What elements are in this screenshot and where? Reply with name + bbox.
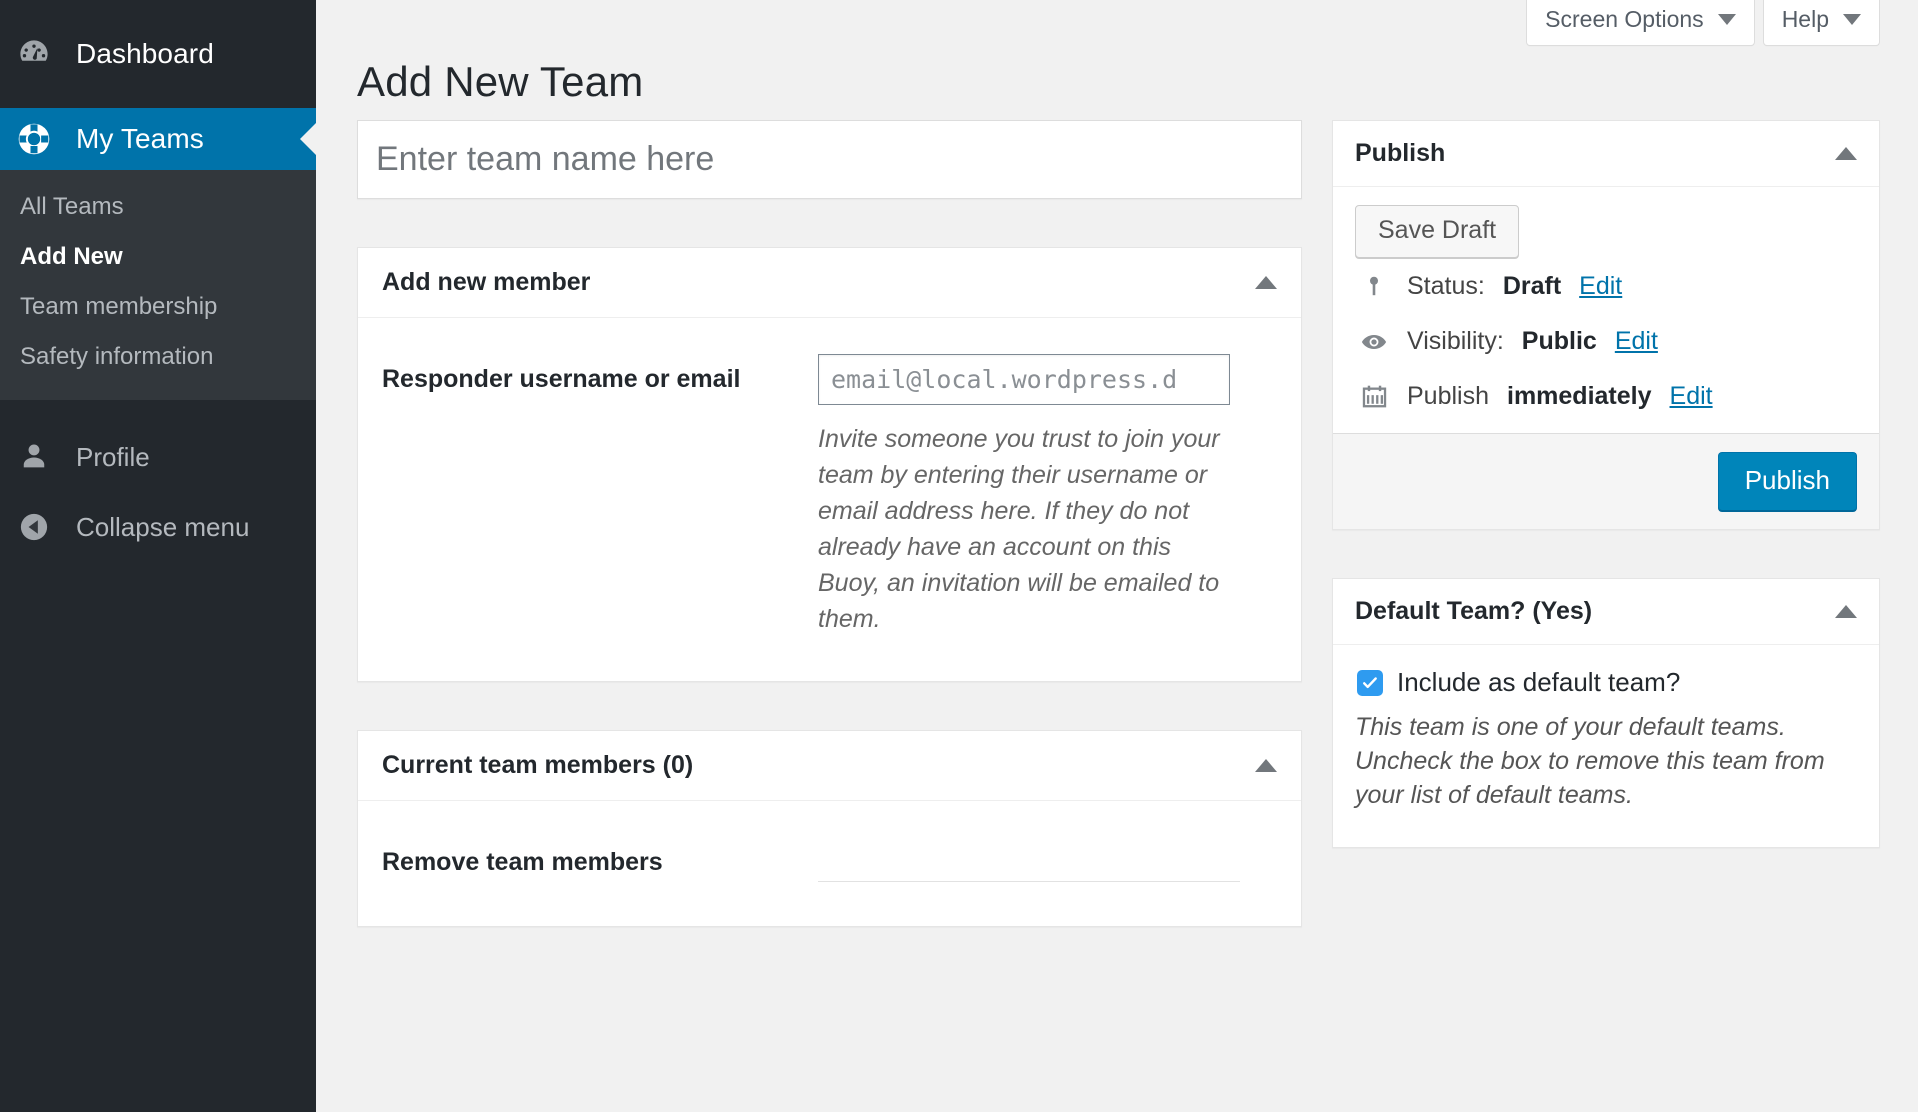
publish-date-label: Publish	[1407, 382, 1489, 410]
default-team-panel-header[interactable]: Default Team? (Yes)	[1333, 579, 1879, 645]
responder-username-or-email-input[interactable]	[818, 354, 1230, 405]
visibility-label: Visibility:	[1407, 327, 1504, 355]
visibility-edit-link[interactable]: Edit	[1615, 327, 1658, 356]
pin-icon	[1359, 274, 1389, 300]
life-buoy-icon	[14, 121, 54, 157]
admin-screen: Dashboard My Teams All Teams Add New Tea…	[0, 0, 1918, 1112]
current-team-members-panel-body: Remove team members	[358, 801, 1301, 926]
remove-team-members-cell	[818, 801, 1301, 926]
chevron-down-icon	[1717, 14, 1736, 25]
screen-options-button[interactable]: Screen Options	[1526, 0, 1755, 46]
default-team-panel: Default Team? (Yes) Include as default t…	[1332, 578, 1880, 848]
default-team-panel-body: Include as default team? This team is on…	[1333, 645, 1879, 847]
sidebar-item-safety-information[interactable]: Safety information	[0, 332, 316, 382]
sidebar-label-profile: Profile	[76, 441, 150, 472]
panel-toggle-up-icon[interactable]	[1835, 605, 1857, 618]
sidebar-label-my-teams: My Teams	[76, 123, 204, 154]
publish-button[interactable]: Publish	[1717, 452, 1857, 511]
main-content: Screen Options Help Add New Team Add new…	[316, 0, 1918, 1112]
sidebar-item-all-teams[interactable]: All Teams	[0, 182, 316, 232]
remove-team-members-label: Remove team members	[382, 848, 663, 876]
panel-toggle-up-icon[interactable]	[1255, 276, 1277, 289]
sidebar-item-dashboard[interactable]: Dashboard	[0, 0, 316, 108]
publish-date-edit-link[interactable]: Edit	[1670, 382, 1713, 411]
save-draft-button[interactable]: Save Draft	[1355, 205, 1520, 258]
publish-date-value: immediately	[1507, 382, 1652, 410]
sidebar-submenu: All Teams Add New Team membership Safety…	[0, 170, 316, 400]
panel-toggle-up-icon[interactable]	[1835, 147, 1857, 160]
responder-field-cell: Invite someone you trust to join your te…	[818, 318, 1301, 681]
divider	[818, 881, 1240, 882]
default-team-checkbox-row: Include as default team?	[1355, 663, 1857, 700]
responder-field-description: Invite someone you trust to join your te…	[818, 425, 1220, 633]
default-team-description: This team is one of your default teams. …	[1355, 713, 1825, 809]
sidebar-item-team-membership[interactable]: Team membership	[0, 282, 316, 332]
sidebar-item-profile[interactable]: Profile	[0, 422, 316, 492]
default-team-checkbox-label: Include as default team?	[1397, 667, 1681, 697]
sidebar-item-my-teams[interactable]: My Teams	[0, 108, 317, 170]
eye-icon	[1359, 328, 1389, 356]
current-team-members-panel-header[interactable]: Current team members (0)	[358, 731, 1301, 801]
responder-field-row: Responder username or email Invite someo…	[358, 318, 1301, 681]
admin-sidebar: Dashboard My Teams All Teams Add New Tea…	[0, 0, 317, 1112]
post-body-left-column: Add new member Responder username or ema…	[357, 120, 1302, 975]
visibility-value: Public	[1521, 327, 1597, 355]
remove-members-form-table: Remove team members	[358, 801, 1301, 926]
save-draft-row: Save Draft	[1355, 205, 1857, 258]
status-row: Status: Draft Edit	[1355, 258, 1857, 313]
sidebar-label-dashboard: Dashboard	[76, 38, 214, 69]
dashboard-gauge-icon	[14, 37, 54, 71]
remove-members-row: Remove team members	[358, 801, 1301, 926]
screen-options-label: Screen Options	[1545, 6, 1704, 32]
publish-date-row: Publish immediately Edit	[1355, 368, 1857, 423]
active-menu-arrow-icon	[300, 122, 317, 156]
responder-field-label: Responder username or email	[382, 365, 741, 393]
team-name-field-wrapper	[357, 120, 1302, 199]
screen-meta-links: Screen Options Help	[1526, 0, 1880, 46]
help-button[interactable]: Help	[1762, 0, 1880, 46]
sidebar-item-add-new[interactable]: Add New	[0, 232, 316, 282]
sidebar-item-collapse-menu[interactable]: Collapse menu	[0, 492, 316, 562]
sidebar-lower-menu: Profile Collapse menu	[0, 400, 316, 562]
team-name-input[interactable]	[364, 126, 1295, 193]
status-value: Draft	[1502, 272, 1562, 300]
publish-panel-actions: Publish	[1333, 433, 1879, 529]
add-member-form-table: Responder username or email Invite someo…	[358, 318, 1301, 681]
publish-panel-title: Publish	[1355, 139, 1446, 167]
calendar-icon	[1359, 383, 1389, 410]
post-body-right-column: Publish Save Draft Status: Draft Edit Vi…	[1332, 120, 1880, 896]
sidebar-label-collapse-menu: Collapse menu	[76, 511, 250, 542]
default-team-panel-title: Default Team? (Yes)	[1355, 597, 1593, 625]
user-icon	[14, 441, 54, 473]
visibility-row: Visibility: Public Edit	[1355, 313, 1857, 368]
add-new-member-title: Add new member	[382, 268, 591, 296]
current-team-members-panel: Current team members (0) Remove team mem…	[357, 730, 1302, 927]
publish-panel-body: Save Draft Status: Draft Edit Visibility…	[1333, 187, 1879, 433]
page-title: Add New Team	[357, 58, 644, 106]
add-new-member-panel: Add new member Responder username or ema…	[357, 247, 1302, 682]
status-edit-link[interactable]: Edit	[1579, 272, 1622, 301]
chevron-down-icon	[1843, 14, 1861, 25]
add-new-member-panel-body: Responder username or email Invite someo…	[358, 318, 1301, 681]
current-team-members-title: Current team members (0)	[382, 751, 694, 779]
status-label: Status:	[1407, 272, 1485, 300]
collapse-arrow-icon	[14, 511, 54, 543]
default-team-checkbox[interactable]	[1357, 669, 1383, 696]
publish-panel-header[interactable]: Publish	[1333, 121, 1879, 187]
panel-toggle-up-icon[interactable]	[1255, 759, 1277, 772]
help-label: Help	[1781, 6, 1829, 32]
publish-panel: Publish Save Draft Status: Draft Edit Vi…	[1332, 120, 1880, 530]
add-new-member-panel-header[interactable]: Add new member	[358, 248, 1301, 318]
